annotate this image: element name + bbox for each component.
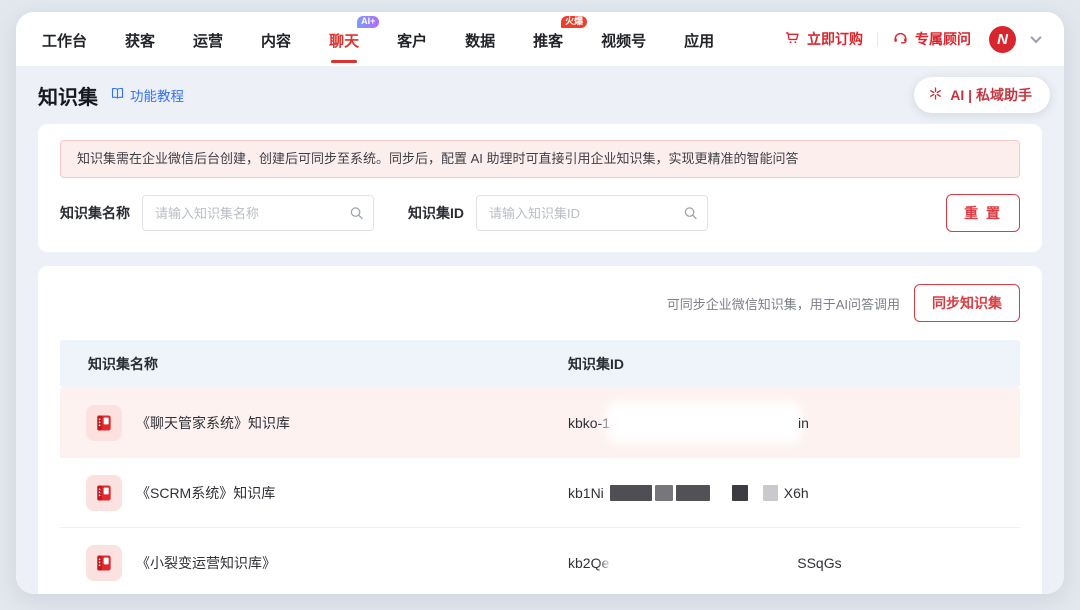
row-id-suffix: X6h [784,485,809,501]
table-row[interactable]: 《小裂变运营知识库》 kb2Qe SSqGs [60,528,1020,594]
notebook-icon [86,405,122,441]
nav-item-2[interactable]: 获客 [123,13,157,65]
redaction-segment [676,485,710,501]
column-header-id: 知识集ID [540,354,1020,374]
nav-badge: 火爆 [561,16,587,28]
filter-group-id: 知识集ID [408,195,708,231]
nav-badge: AI+ [357,16,379,28]
nav-item-4[interactable]: 内容 [259,13,293,65]
id-filter-label: 知识集ID [408,203,464,223]
row-id-cell: kb2Qe SSqGs [540,550,1020,576]
name-search-input[interactable] [142,195,374,231]
ai-spark-icon [928,86,943,104]
nav-item-1[interactable]: 工作台 [40,13,89,65]
chevron-down-icon[interactable] [1030,32,1041,43]
filters-card: 知识集需在企业微信后台创建，创建后可同步至系统。同步后，配置 AI 助理时可直接… [38,124,1042,252]
column-header-name: 知识集名称 [60,354,540,374]
row-id-suffix: in [798,415,809,431]
row-id-prefix: kb2Qe [568,555,609,571]
table-body: 《聊天管家系统》知识库 kbko-1 in 《SCRM系统》知识库 [60,388,1020,594]
row-id-prefix: kbko-1 [568,415,610,431]
nav-right: 立即订购 专属顾问 N [784,26,1040,53]
nav-item-9[interactable]: 视频号 [599,13,648,65]
table-header: 知识集名称 知识集ID [60,340,1020,388]
reset-button[interactable]: 重 置 [946,194,1020,232]
tutorial-label: 功能教程 [130,85,184,105]
nav-item-3[interactable]: 运营 [191,13,225,65]
order-now-label: 立即订购 [807,29,863,49]
table-card: 可同步企业微信知识集，用于AI问答调用 同步知识集 知识集名称 知识集ID [38,266,1042,594]
table-row[interactable]: 《SCRM系统》知识库 kb1Ni X6h [60,458,1020,528]
table-row[interactable]: 《聊天管家系统》知识库 kbko-1 in [60,388,1020,458]
row-name-cell: 《聊天管家系统》知识库 [60,405,540,441]
redaction-segment [610,485,652,501]
redaction-block [613,550,793,576]
nav-item-5[interactable]: 聊天 AI+ [327,13,361,65]
page-header: 知识集 功能教程 AI | 私域助手 [38,66,1042,124]
tutorial-link[interactable]: 功能教程 [110,85,184,105]
filter-row: 知识集名称 知识集ID [60,194,1020,232]
nav-item-6[interactable]: 客户 [395,13,429,65]
filter-group-name: 知识集名称 [60,195,374,231]
headset-icon [892,29,909,49]
ai-assistant-label: AI | 私域助手 [950,85,1032,105]
row-name-cell: 《SCRM系统》知识库 [60,475,540,511]
nav-item-8[interactable]: 推客 火爆 [531,13,565,65]
notebook-icon [86,545,122,581]
book-icon [110,86,125,104]
sync-hint: 可同步企业微信知识集，用于AI问答调用 [667,294,900,313]
redaction-block [614,410,794,436]
top-nav: 工作台 获客 运营 内容 聊天 AI+ 客户 数据 推客 火爆 视频号 应用 [16,12,1064,66]
row-name: 《SCRM系统》知识库 [136,483,275,503]
nav-items: 工作台 获客 运营 内容 聊天 AI+ 客户 数据 推客 火爆 视频号 应用 [40,13,716,65]
row-name: 《小裂变运营知识库》 [136,553,276,573]
notice-bar: 知识集需在企业微信后台创建，创建后可同步至系统。同步后，配置 AI 助理时可直接… [60,140,1020,178]
brand-logo[interactable]: N [989,26,1016,53]
nav-item-10[interactable]: 应用 [682,13,716,65]
sync-row: 可同步企业微信知识集，用于AI问答调用 同步知识集 [60,284,1020,322]
cart-icon [784,29,801,49]
redaction-segment [655,485,673,501]
row-name: 《聊天管家系统》知识库 [136,413,290,433]
row-id-cell: kbko-1 in [540,410,1020,436]
redaction-segment [732,485,748,501]
row-name-cell: 《小裂变运营知识库》 [60,545,540,581]
sync-button[interactable]: 同步知识集 [914,284,1020,322]
advisor-link[interactable]: 专属顾问 [892,29,971,49]
page-content: 知识集 功能教程 AI | 私域助手 [16,66,1064,594]
row-id-suffix: SSqGs [797,555,841,571]
search-icon [349,206,364,221]
redaction-segment [763,485,778,501]
id-search-input[interactable] [476,195,708,231]
page-title: 知识集 [38,81,98,110]
redaction-block [610,485,778,501]
nav-item-7[interactable]: 数据 [463,13,497,65]
app-window: 工作台 获客 运营 内容 聊天 AI+ 客户 数据 推客 火爆 视频号 应用 [16,12,1064,594]
nav-divider [877,32,878,47]
order-now-link[interactable]: 立即订购 [784,29,863,49]
ai-assistant-button[interactable]: AI | 私域助手 [914,77,1050,113]
search-icon [683,206,698,221]
notebook-icon [86,475,122,511]
row-id-cell: kb1Ni X6h [540,485,1020,501]
knowledge-table: 知识集名称 知识集ID 《聊天管家系统》知识库 kbko-1 [60,340,1020,594]
row-id-prefix: kb1Ni [568,485,604,501]
name-filter-label: 知识集名称 [60,203,130,223]
advisor-label: 专属顾问 [915,29,971,49]
